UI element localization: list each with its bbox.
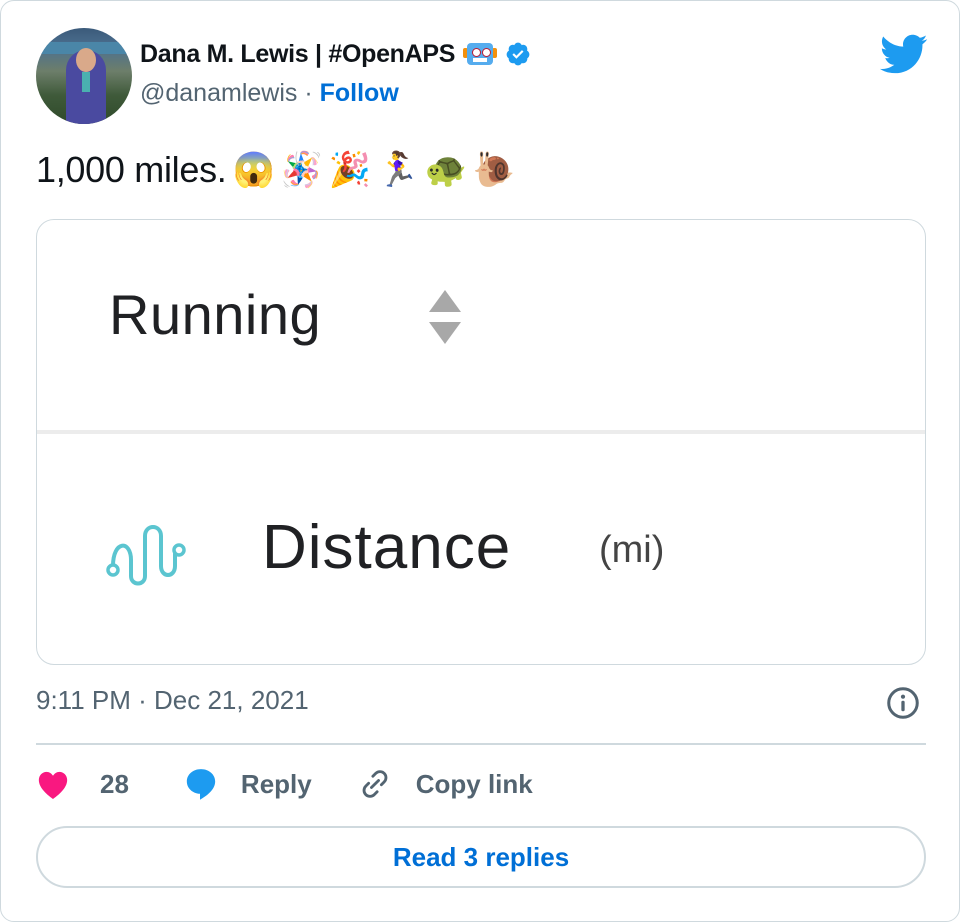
confetti-ball-icon: 🪅 <box>280 151 323 189</box>
snail-icon: 🐌 <box>472 151 515 189</box>
read-replies-button[interactable]: Read 3 replies <box>36 826 926 888</box>
media-divider <box>37 430 925 434</box>
twitter-bird-icon[interactable] <box>878 33 928 75</box>
avatar-photo-medal <box>82 72 90 92</box>
sort-arrows-icon <box>429 290 461 344</box>
author-handle[interactable]: @danamlewis <box>140 79 297 107</box>
copy-link-label: Copy link <box>415 768 533 799</box>
woman-running-icon: 🏃‍♀️ <box>376 151 419 189</box>
tweet-media-image[interactable]: Running Distance (mi) <box>36 219 926 665</box>
author-name-row: Dana M. Lewis | #OpenAPS <box>140 39 531 69</box>
tweet-timestamp[interactable]: 9:11 PM · Dec 21, 2021 <box>36 685 309 716</box>
robot-face-icon <box>463 39 498 69</box>
like-count: 28 <box>100 768 129 799</box>
separator-dot: · <box>304 79 313 107</box>
metric-unit: (mi) <box>599 529 665 571</box>
metric-label: Distance <box>262 513 512 582</box>
tweet-text: 1,000 miles. 😱 🪅 🎉 🏃‍♀️ 🐢 🐌 <box>36 149 515 191</box>
author-name[interactable]: Dana M. Lewis | #OpenAPS <box>140 40 455 69</box>
distance-route-icon <box>106 525 186 586</box>
face-screaming-icon: 😱 <box>232 151 275 189</box>
activity-label: Running <box>109 283 322 346</box>
like-button[interactable]: 28 <box>36 768 129 800</box>
footer-divider <box>36 743 926 745</box>
reply-bubble-icon <box>186 769 216 800</box>
info-icon[interactable] <box>885 685 921 721</box>
follow-link[interactable]: Follow <box>320 79 399 107</box>
turtle-icon: 🐢 <box>424 151 467 189</box>
author-avatar[interactable] <box>36 28 132 124</box>
heart-icon <box>38 771 68 800</box>
verified-badge-icon <box>506 42 530 66</box>
tweet-card: Dana M. Lewis | #OpenAPS @danamlewis · F… <box>0 0 960 922</box>
reply-button[interactable]: Reply <box>183 767 312 801</box>
tweet-text-body: 1,000 miles. <box>36 149 227 190</box>
avatar-photo-face <box>76 48 96 72</box>
reply-label: Reply <box>240 768 312 799</box>
copy-link-button[interactable]: Copy link <box>358 767 533 801</box>
author-handle-row: @danamlewis · Follow <box>140 79 399 108</box>
party-popper-icon: 🎉 <box>328 151 371 189</box>
tweet-actions: 28 Reply Copy link <box>36 767 533 801</box>
link-icon <box>362 770 388 798</box>
read-replies-label: Read 3 replies <box>392 841 570 872</box>
